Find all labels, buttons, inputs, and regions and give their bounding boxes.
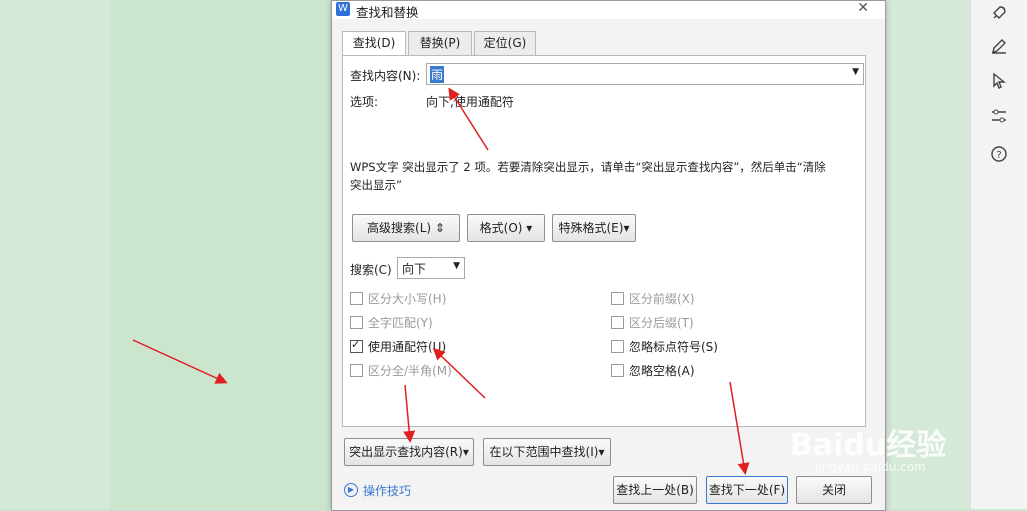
arrow-to-wildcard-option <box>432 347 486 399</box>
arrow-to-find-next-button <box>729 381 750 475</box>
annotation-arrows <box>132 87 750 475</box>
arrow-to-highlight-button <box>403 384 416 443</box>
arrow-to-find-input <box>448 87 489 151</box>
arrow-to-document-match <box>132 339 228 384</box>
